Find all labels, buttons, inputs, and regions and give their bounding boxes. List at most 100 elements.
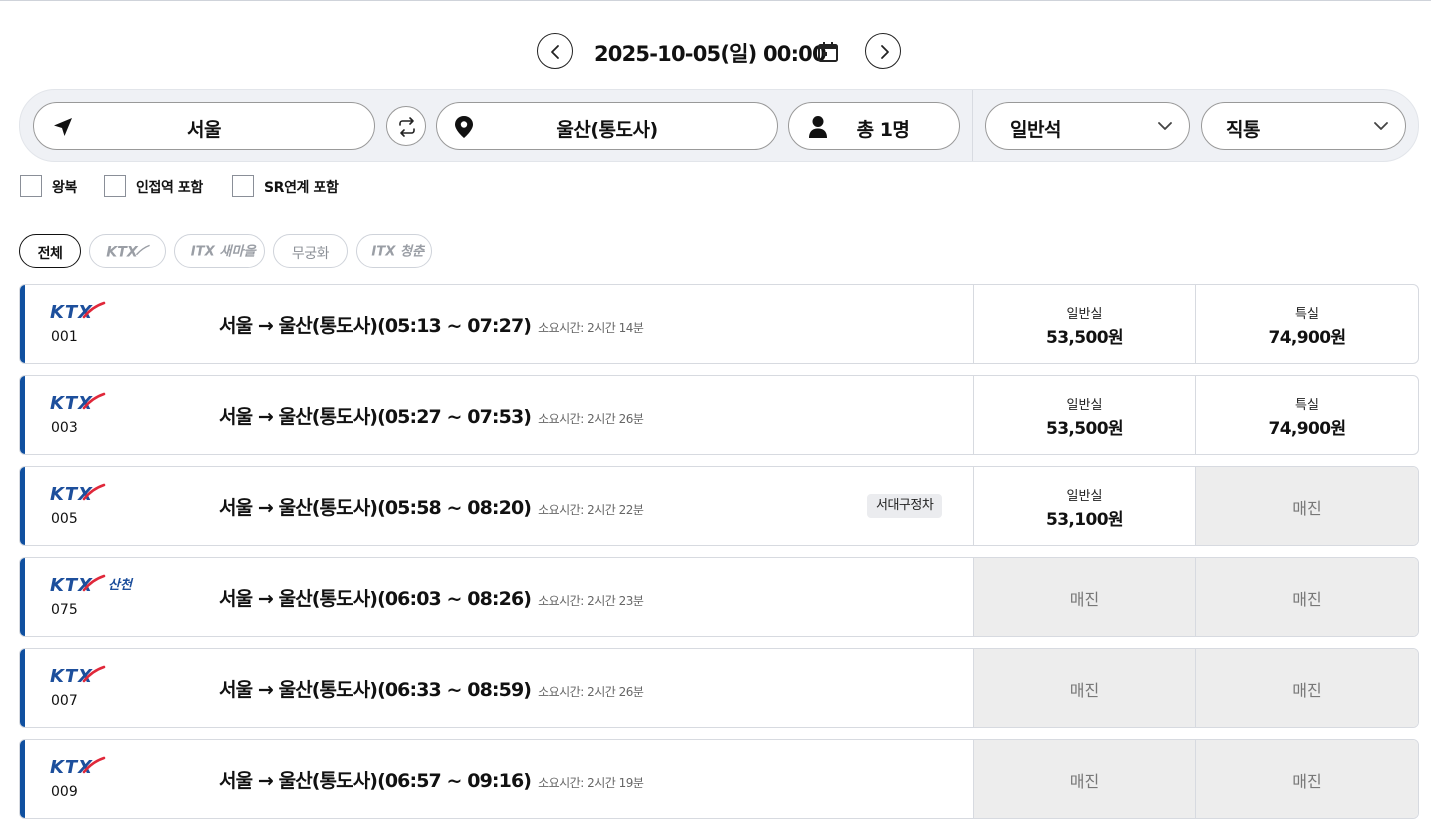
train-number: 007 — [51, 693, 78, 709]
train-row[interactable]: KTX 009 서울 → 울산(통도사)(06:57 ~ 09:16) 소요시간: 2… — [19, 739, 1419, 819]
general-seat-soldout-cell: 매진 — [973, 649, 1195, 727]
seat-price: 53,500원 — [1045, 328, 1124, 348]
ktx-logo: KTX — [50, 301, 106, 323]
general-seat-button[interactable]: 일반실 53,500원 — [973, 285, 1195, 363]
search-bar-divider — [972, 90, 973, 161]
seat-class-value: 일반석 — [1010, 119, 1061, 141]
arrival-station-field[interactable]: 울산(통도사) — [436, 102, 778, 150]
route-info: 서울 → 울산(통도사)(05:27 ~ 07:53) 소요시간: 2시간 26분 — [219, 402, 644, 429]
sold-out-label: 매진 — [1069, 590, 1100, 609]
swap-stations-button[interactable] — [386, 106, 426, 146]
row-accent-bar — [20, 649, 25, 727]
search-bar: 서울 울산(통도사) 총 1명 일반석 직통 — [19, 89, 1419, 162]
filter-mugunghwa-label: 무궁화 — [291, 246, 330, 262]
date-bar: 2025-10-05(일) 00:00 — [0, 33, 1431, 69]
train-number: 001 — [51, 329, 78, 345]
chevron-right-icon — [881, 45, 889, 59]
ktx-logo-text: KTX — [106, 245, 139, 261]
top-divider — [0, 0, 1431, 1]
route-type-value: 직통 — [1226, 119, 1260, 141]
filter-mugunghwa-chip[interactable]: 무궁화 — [273, 234, 348, 268]
route-time: 서울 → 울산(통도사)(05:13 ~ 07:27) — [219, 315, 532, 337]
train-number: 005 — [51, 511, 78, 527]
general-seat-soldout-cell: 매진 — [973, 558, 1195, 636]
filter-all-chip[interactable]: 전체 — [19, 234, 81, 268]
route-info: 서울 → 울산(통도사)(05:58 ~ 08:20) 소요시간: 2시간 22분 — [219, 493, 644, 520]
route-info: 서울 → 울산(통도사)(06:57 ~ 09:16) 소요시간: 2시간 19분 — [219, 766, 644, 793]
route-info: 서울 → 울산(통도사)(06:03 ~ 08:26) 소요시간: 2시간 23분 — [219, 584, 644, 611]
swap-icon — [399, 117, 415, 137]
train-row[interactable]: KTX 001 서울 → 울산(통도사)(05:13 ~ 07:27) 소요시간: 2… — [19, 284, 1419, 364]
route-time: 서울 → 울산(통도사)(06:57 ~ 09:16) — [219, 770, 532, 792]
route-info: 서울 → 울산(통도사)(05:13 ~ 07:27) 소요시간: 2시간 14분 — [219, 311, 644, 338]
checkbox-box[interactable] — [20, 175, 42, 197]
seat-price: 53,500원 — [1045, 419, 1124, 439]
travel-duration: 소요시간: 2시간 19분 — [538, 776, 644, 790]
row-accent-bar — [20, 740, 25, 818]
special-seat-soldout-cell: 매진 — [1195, 740, 1418, 818]
chevron-down-icon — [1374, 122, 1388, 130]
sold-out-label: 매진 — [1292, 499, 1322, 518]
itx-cheongchun-logo-text: ITX 청춘 — [371, 244, 426, 260]
travel-duration: 소요시간: 2시간 14분 — [538, 321, 644, 335]
sancheon-logo-text: 산천 — [108, 577, 134, 593]
train-number: 003 — [51, 420, 78, 436]
selected-date[interactable]: 2025-10-05(일) 00:00 — [594, 38, 827, 68]
departure-station-field[interactable]: 서울 — [33, 102, 375, 150]
seat-price: 74,900원 — [1268, 419, 1346, 439]
checkbox-box[interactable] — [232, 175, 254, 197]
row-accent-bar — [20, 285, 25, 363]
include-sr-label: SR연계 포함 — [264, 180, 339, 196]
sold-out-label: 매진 — [1069, 772, 1100, 791]
sold-out-label: 매진 — [1292, 772, 1322, 791]
general-seat-button[interactable]: 일반실 53,500원 — [973, 376, 1195, 454]
route-type-select[interactable]: 직통 — [1201, 102, 1406, 150]
travel-duration: 소요시간: 2시간 26분 — [538, 685, 644, 699]
seat-type-label: 일반실 — [1066, 489, 1103, 504]
general-seat-button[interactable]: 일반실 53,100원 — [973, 467, 1195, 545]
arrival-station-label: 울산(통도사) — [556, 119, 658, 141]
round-trip-label: 왕복 — [52, 180, 77, 196]
seat-type-label: 일반실 — [1066, 307, 1103, 322]
special-seat-soldout-cell: 매진 — [1195, 467, 1418, 545]
itx-saemaeul-logo: ITX 새마을 — [191, 244, 258, 260]
special-seat-button[interactable]: 특실 74,900원 — [1195, 376, 1418, 454]
train-row[interactable]: KTX 005 서울 → 울산(통도사)(05:58 ~ 08:20) 소요시간: 2… — [19, 466, 1419, 546]
filter-itx-saemaeul-chip[interactable]: ITX 새마을 — [174, 234, 265, 268]
passenger-count-label: 총 1명 — [856, 119, 910, 141]
train-row[interactable]: KTX 003 서울 → 울산(통도사)(05:27 ~ 07:53) 소요시간: 2… — [19, 375, 1419, 455]
filter-ktx-chip[interactable]: KTX — [89, 234, 166, 268]
itx-saemaeul-logo-text: ITX 새마을 — [191, 244, 258, 260]
ktx-logo: KTX — [50, 756, 106, 778]
ktx-logo: KTX — [50, 665, 106, 687]
train-number: 075 — [51, 602, 78, 618]
sold-out-label: 매진 — [1292, 681, 1322, 700]
route-info: 서울 → 울산(통도사)(06:33 ~ 08:59) 소요시간: 2시간 26분 — [219, 675, 644, 702]
seat-price: 74,900원 — [1268, 328, 1346, 348]
route-time: 서울 → 울산(통도사)(05:58 ~ 08:20) — [219, 497, 532, 519]
itx-cheongchun-logo: ITX 청춘 — [371, 244, 426, 260]
seat-type-label: 특실 — [1295, 398, 1319, 413]
train-row[interactable]: KTX 산천 075 서울 → 울산(통도사)(06:03 ~ 08:26) 소요시간:… — [19, 557, 1419, 637]
seat-class-select[interactable]: 일반석 — [985, 102, 1190, 150]
ktx-logo: KTX — [106, 245, 150, 261]
sold-out-label: 매진 — [1292, 590, 1322, 609]
travel-duration: 소요시간: 2시간 26분 — [538, 412, 644, 426]
special-seat-soldout-cell: 매진 — [1195, 649, 1418, 727]
calendar-icon[interactable] — [817, 41, 839, 67]
next-date-button[interactable] — [865, 33, 901, 69]
travel-duration: 소요시간: 2시간 23분 — [538, 594, 644, 608]
travel-duration: 소요시간: 2시간 22분 — [538, 503, 644, 517]
seat-type-label: 일반실 — [1066, 398, 1103, 413]
row-accent-bar — [20, 376, 25, 454]
checkbox-box[interactable] — [104, 175, 126, 197]
train-row[interactable]: KTX 007 서울 → 울산(통도사)(06:33 ~ 08:59) 소요시간: 2… — [19, 648, 1419, 728]
filter-itx-cheongchun-chip[interactable]: ITX 청춘 — [356, 234, 432, 268]
chevron-down-icon — [1158, 122, 1172, 130]
filter-all-label: 전체 — [37, 246, 63, 262]
seat-type-label: 특실 — [1295, 307, 1319, 322]
stop-badge: 서대구정차 — [867, 494, 943, 518]
special-seat-button[interactable]: 특실 74,900원 — [1195, 285, 1418, 363]
passenger-count-field[interactable]: 총 1명 — [788, 102, 960, 150]
prev-date-button[interactable] — [537, 33, 573, 69]
